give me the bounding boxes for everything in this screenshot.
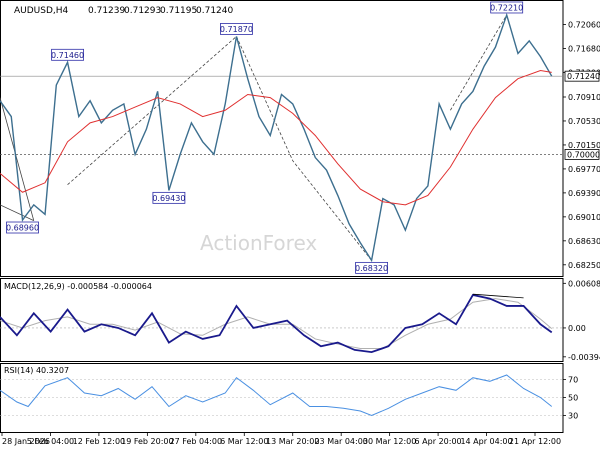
x-tick-label: 23 Mar 04:00 bbox=[314, 437, 367, 446]
watermark: ActionForex bbox=[200, 231, 317, 255]
x-tick-label: 14 Apr 04:00 bbox=[460, 437, 512, 446]
macd-title: MACD(12,26,9) -0.000584 -0.000064 bbox=[4, 282, 152, 291]
price-tag-label: 0.71240 bbox=[567, 72, 600, 81]
price-annotation-label: 0.69430 bbox=[152, 194, 185, 203]
price-annotation-0: 0.71460 bbox=[51, 48, 84, 61]
current-price-tag: 0.71240 bbox=[564, 70, 600, 82]
trendline-0 bbox=[0, 97, 35, 221]
price-ytick-label: 0.68250 bbox=[568, 261, 600, 270]
macd-line bbox=[0, 293, 553, 354]
rsi-ytick-label: 30 bbox=[568, 412, 578, 421]
x-tick-label: 30 Mar 12:00 bbox=[363, 437, 416, 446]
chart-header-open: 0.71239 bbox=[88, 6, 125, 16]
rsi-frame bbox=[0, 363, 564, 433]
x-tick-label: 13 Mar 20:00 bbox=[266, 437, 319, 446]
macd-panel: MACD(12,26,9) -0.000584 -0.000064 0.0060… bbox=[0, 279, 600, 362]
x-tick-label: 27 Feb 04:00 bbox=[170, 437, 222, 446]
price-annotation-4: 0.68960 bbox=[6, 221, 39, 234]
price-annotation-5: 0.68320 bbox=[355, 261, 388, 274]
x-tick-label: 21 Apr 12:00 bbox=[509, 437, 561, 446]
price-annotation-label: 0.72210 bbox=[490, 3, 523, 12]
price-annotation-2: 0.72210 bbox=[490, 1, 523, 14]
chart-header-high: 0.71293 bbox=[124, 6, 161, 16]
macd-ytick-label: 0.00 bbox=[568, 324, 586, 333]
price-ytick-label: 0.70530 bbox=[568, 117, 600, 126]
price-annotation-label: 0.71460 bbox=[51, 51, 84, 60]
moving-average-line bbox=[0, 69, 552, 206]
macd-ytick-label: -0.00394 bbox=[568, 353, 600, 362]
rsi-ytick-label: 50 bbox=[568, 394, 578, 403]
price-annotation-3: 0.69430 bbox=[152, 191, 185, 204]
price-ytick-label: 0.69770 bbox=[568, 165, 600, 174]
price-ytick-label: 0.72060 bbox=[568, 20, 600, 29]
trendline-3 bbox=[450, 14, 508, 111]
chart-header-low: 0.71195 bbox=[160, 6, 197, 16]
price-ytick-label: 0.69010 bbox=[568, 213, 600, 222]
rsi-panel: RSI(14) 40.3207 70 50 30 bbox=[0, 366, 578, 421]
rsi-ytick-label: 70 bbox=[568, 376, 578, 385]
macd-ytick-label: 0.006084 bbox=[568, 279, 600, 288]
x-tick-label: 6 Mar 12:00 bbox=[220, 437, 268, 446]
price-annotation-label: 0.68320 bbox=[355, 264, 388, 273]
chart-canvas: AUDUSD,H4 0.71239 0.71293 0.71195 0.7124… bbox=[0, 0, 600, 446]
price-ytick-label: 0.69390 bbox=[568, 189, 600, 198]
rsi-line bbox=[0, 374, 553, 417]
price-panel: AUDUSD,H4 0.71239 0.71293 0.71195 0.7124… bbox=[0, 1, 600, 274]
price-ytick-label: 0.68630 bbox=[568, 237, 600, 246]
price-annotation-1: 0.71870 bbox=[220, 23, 253, 35]
level-price-tag: 0.70000 bbox=[564, 149, 600, 160]
price-ytick-label: 0.70150 bbox=[568, 141, 600, 150]
price-ytick-label: 0.70910 bbox=[568, 93, 600, 102]
x-tick-label: 5 Feb 04:00 bbox=[27, 437, 74, 446]
x-tick-label: 19 Feb 20:00 bbox=[121, 437, 173, 446]
price-ytick-label: 0.71680 bbox=[568, 44, 600, 53]
price-annotation-label: 0.71870 bbox=[220, 25, 253, 34]
x-tick-label: 12 Feb 12:00 bbox=[73, 437, 125, 446]
chart-header-symbol: AUDUSD,H4 bbox=[14, 6, 69, 16]
x-tick-label: 6 Apr 20:00 bbox=[415, 437, 462, 446]
price-tag-label: 0.70000 bbox=[567, 150, 600, 159]
price-annotation-label: 0.68960 bbox=[6, 224, 39, 233]
rsi-title: RSI(14) 40.3207 bbox=[4, 366, 69, 375]
chart-header-close: 0.71240 bbox=[196, 6, 233, 16]
